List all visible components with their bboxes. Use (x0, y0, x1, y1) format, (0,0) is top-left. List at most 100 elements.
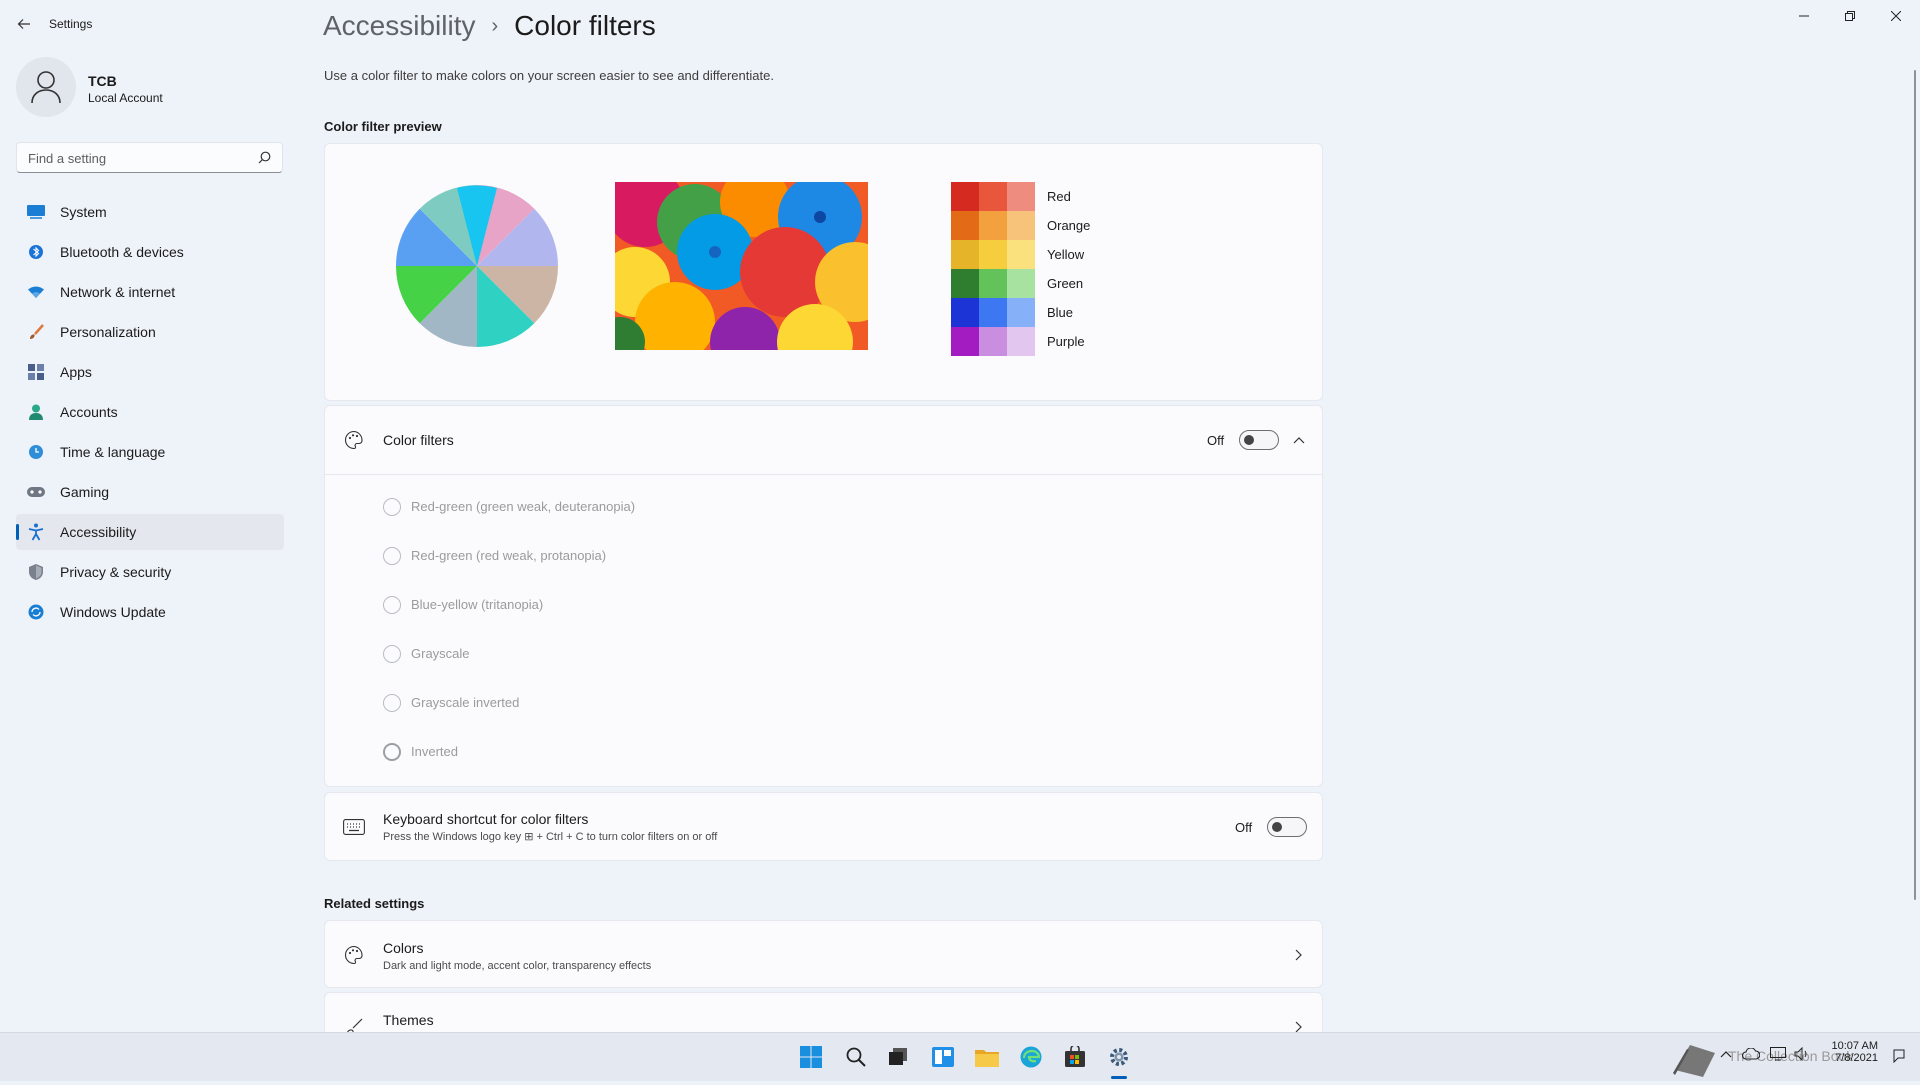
close-button[interactable] (1873, 4, 1919, 28)
radio-circle[interactable] (383, 644, 401, 663)
clock-date: 7/8/2021 (1835, 1052, 1878, 1064)
palette-icon (342, 428, 366, 452)
taskbar: The Collection Book 10:07 AM 7/8/2021 (0, 1032, 1920, 1081)
scrollbar[interactable] (1914, 70, 1916, 900)
radio-circle[interactable] (383, 595, 401, 614)
related-colors-subtitle: Dark and light mode, accent color, trans… (383, 960, 652, 972)
gear-icon (1110, 1048, 1128, 1066)
task-view-icon (889, 1048, 907, 1065)
taskbar-search-button[interactable] (839, 1041, 873, 1073)
system-icon (26, 202, 46, 222)
shortcut-title: Keyboard shortcut for color filters (383, 811, 589, 827)
color-swatch (979, 240, 1007, 269)
search-input[interactable]: Find a setting (16, 142, 283, 173)
color-swatch (1007, 182, 1035, 211)
task-view-button[interactable] (881, 1041, 915, 1073)
sidebar-item-network[interactable]: Network & internet (16, 274, 284, 310)
edge-icon (1020, 1046, 1042, 1068)
radio-inverted[interactable]: Inverted (383, 727, 635, 776)
title-bar: Settings (0, 0, 1920, 48)
chevron-up-icon[interactable] (1291, 432, 1307, 448)
network-icon[interactable] (1770, 1047, 1786, 1066)
search-icon (258, 151, 271, 164)
color-filters-header[interactable]: Color filters Off (325, 406, 1322, 475)
sidebar-item-accessibility[interactable]: Accessibility (16, 514, 284, 550)
notification-center-icon[interactable] (1892, 1049, 1906, 1068)
radio-grayscale[interactable]: Grayscale (383, 629, 635, 678)
radio-circle[interactable] (383, 693, 401, 712)
chevron-up-icon[interactable] (1720, 1045, 1732, 1063)
edge-button[interactable] (1014, 1041, 1048, 1073)
cloud-icon[interactable] (1741, 1047, 1761, 1065)
start-button[interactable] (794, 1041, 828, 1073)
color-filter-preview-card: Red Orange Yellow Green Blue Purple (324, 143, 1323, 401)
person-icon (26, 402, 46, 422)
person-icon (31, 71, 61, 104)
radio-circle[interactable] (383, 742, 401, 761)
color-filters-state: Off (1207, 433, 1225, 448)
globe-clock-icon (26, 442, 46, 462)
related-colors-title: Colors (383, 940, 424, 956)
avatar[interactable] (16, 57, 76, 117)
sidebar-item-apps[interactable]: Apps (16, 354, 284, 390)
color-swatch (1007, 240, 1035, 269)
color-filters-label: Color filters (383, 432, 454, 448)
settings-taskbar-button[interactable] (1102, 1041, 1136, 1079)
bluetooth-icon (26, 242, 46, 262)
close-icon (1891, 11, 1901, 21)
shortcut-toggle[interactable] (1267, 817, 1307, 837)
radio-tritanopia[interactable]: Blue-yellow (tritanopia) (383, 580, 635, 629)
shield-icon (26, 562, 46, 582)
color-swatch (979, 269, 1007, 298)
search-icon (846, 1047, 866, 1067)
swatch-label: Green (1047, 276, 1084, 291)
swatch-label: Orange (1047, 218, 1091, 233)
color-swatch (951, 211, 979, 240)
restore-button[interactable] (1827, 4, 1873, 28)
sidebar-item-time-language[interactable]: Time & language (16, 434, 284, 470)
sidebar-item-bluetooth[interactable]: Bluetooth & devices (16, 234, 284, 270)
page-description: Use a color filter to make colors on you… (324, 68, 774, 83)
color-swatch (979, 182, 1007, 211)
color-filters-toggle[interactable] (1239, 430, 1279, 450)
radio-circle[interactable] (383, 497, 401, 516)
related-colors-link[interactable]: Colors Dark and light mode, accent color… (324, 920, 1323, 988)
sidebar-item-privacy[interactable]: Privacy & security (16, 554, 284, 590)
back-arrow-icon (17, 19, 30, 29)
page-title: Color filters (514, 10, 656, 41)
volume-icon[interactable] (1794, 1046, 1810, 1066)
radio-protanopia[interactable]: Red-green (red weak, protanopia) (383, 531, 635, 580)
sidebar-item-system[interactable]: System (16, 194, 284, 230)
clock-time: 10:07 AM (1831, 1040, 1878, 1052)
profile-account-type: Local Account (88, 91, 163, 105)
chevron-right-icon (1291, 947, 1307, 963)
minimize-button[interactable] (1781, 4, 1827, 28)
file-explorer-button[interactable] (970, 1041, 1004, 1073)
sidebar-item-gaming[interactable]: Gaming (16, 474, 284, 510)
shortcut-state: Off (1235, 820, 1253, 835)
widgets-button[interactable] (926, 1041, 960, 1073)
shortcut-subtitle: Press the Windows logo key ⊞ + Ctrl + C … (383, 831, 718, 843)
back-button[interactable] (12, 12, 36, 36)
clock[interactable]: 10:07 AM 7/8/2021 (1828, 1040, 1878, 1064)
color-swatch (1007, 269, 1035, 298)
radio-grayscale-inverted[interactable]: Grayscale inverted (383, 678, 635, 727)
keyboard-icon (342, 815, 366, 839)
color-swatch (1007, 327, 1035, 356)
keyboard-shortcut-card: Keyboard shortcut for color filters Pres… (324, 792, 1323, 861)
color-swatch (979, 298, 1007, 327)
related-settings-heading: Related settings (324, 896, 425, 911)
search-placeholder: Find a setting (28, 151, 107, 166)
restore-icon (1845, 11, 1855, 21)
gamepad-icon (26, 482, 46, 502)
radio-circle[interactable] (383, 546, 401, 565)
apps-icon (26, 362, 46, 382)
sidebar-item-accounts[interactable]: Accounts (16, 394, 284, 430)
sidebar-item-windows-update[interactable]: Windows Update (16, 594, 284, 630)
breadcrumb-parent-link[interactable]: Accessibility (323, 10, 475, 42)
store-button[interactable] (1058, 1041, 1092, 1073)
windows-logo-icon (800, 1046, 822, 1068)
radio-deuteranopia[interactable]: Red-green (green weak, deuteranopia) (383, 482, 635, 531)
sidebar-item-personalization[interactable]: Personalization (16, 314, 284, 350)
preview-image (615, 182, 868, 350)
